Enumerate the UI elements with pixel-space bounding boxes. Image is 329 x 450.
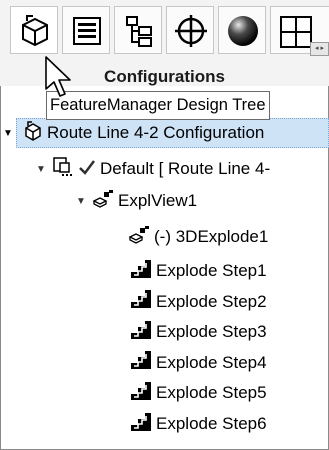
- explode-step-icon: [130, 381, 152, 406]
- tree-item-label: Explode Step6: [156, 414, 267, 433]
- tree-item-3dexplode[interactable]: (-) 3DExplode1: [128, 222, 268, 252]
- mouse-pointer-icon: [45, 56, 71, 97]
- explode-step-icon: [130, 320, 152, 345]
- tree-item-label: Explode Step3: [156, 322, 267, 342]
- configuration-icon: [52, 156, 74, 183]
- active-check-icon: [78, 158, 96, 181]
- tree-item-explview[interactable]: ▼ ExplView1: [74, 186, 197, 216]
- tree-item-label: ExplView1: [118, 191, 198, 210]
- explode-step-icon: [130, 350, 152, 375]
- tree-item-explode-step[interactable]: Explode Step4: [130, 348, 267, 378]
- tree-item-label: (-) 3DExplode1: [154, 227, 269, 246]
- tree-item-default-configuration[interactable]: ▼ Default [ Route Line 4-: [34, 154, 270, 184]
- tab-displaymanager[interactable]: [218, 6, 266, 54]
- tab-featuremanager[interactable]: [10, 6, 58, 54]
- tab-dimxpertmanager[interactable]: [166, 6, 214, 54]
- collapse-toggle[interactable]: ▼: [3, 128, 13, 139]
- tree-item-label: Explode Step1: [156, 261, 267, 280]
- configuration-manager-icon: [126, 16, 152, 47]
- collapse-toggle[interactable]: ▼: [74, 196, 88, 207]
- tooltip: FeatureManager Design Tree: [46, 91, 270, 120]
- tree-item-root-configuration[interactable]: ▼ Route Line 4-2 Configuration: [3, 118, 329, 148]
- tree-item-label: Default [ Route Line 4-: [100, 159, 271, 178]
- tab-scroll-arrows[interactable]: ◂ ▸: [310, 42, 329, 56]
- explode-step-icon: [130, 259, 152, 284]
- tree-item-explode-step[interactable]: Explode Step5: [130, 378, 267, 408]
- property-manager-icon: [73, 17, 101, 45]
- display-manager-icon: [228, 16, 258, 46]
- explode-step-icon: [130, 412, 152, 437]
- grid-tab-icon: [280, 16, 312, 48]
- explode-step-icon: [130, 289, 152, 314]
- tab-configurationmanager[interactable]: [114, 6, 162, 54]
- tree-item-label: Explode Step4: [156, 352, 267, 372]
- 3d-explode-icon: [128, 225, 150, 250]
- collapse-toggle[interactable]: ▼: [34, 164, 48, 175]
- tree-item-explode-step[interactable]: Explode Step6: [130, 409, 267, 439]
- tree-item-label: Explode Step2: [156, 291, 267, 311]
- tab-propertymanager[interactable]: [62, 6, 110, 54]
- featuremanager-tree-icon: [22, 15, 48, 47]
- exploded-view-icon: [92, 189, 114, 214]
- tree-item-label: Route Line 4-2 Configuration: [47, 123, 265, 142]
- tree-item-explode-step[interactable]: Explode Step2: [130, 287, 267, 317]
- tree-item-explode-step[interactable]: Explode Step1: [130, 256, 267, 286]
- tree-item-label: Explode Step5: [156, 383, 267, 403]
- dimxpert-manager-icon: [175, 15, 207, 47]
- tree-item-explode-step[interactable]: Explode Step3: [130, 317, 267, 347]
- part-icon: [23, 120, 43, 146]
